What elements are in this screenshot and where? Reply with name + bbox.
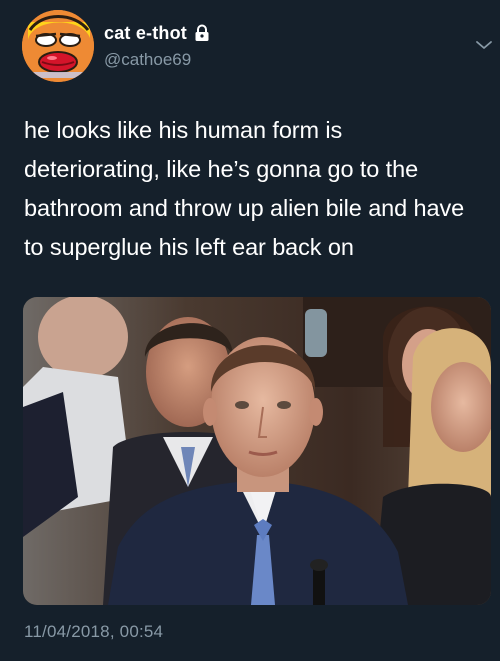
tweet-card: cat e-thot @cathoe69 he looks like his h… xyxy=(0,0,500,661)
photo-illustration xyxy=(23,297,491,605)
lock-icon xyxy=(194,24,210,42)
avatar-image xyxy=(22,10,94,82)
tweet-text: he looks like his human form is deterior… xyxy=(24,117,465,260)
user-names: cat e-thot @cathoe69 xyxy=(104,22,210,70)
chevron-down-icon[interactable] xyxy=(475,38,493,50)
display-name-row: cat e-thot xyxy=(104,22,210,44)
tweet-header: cat e-thot @cathoe69 xyxy=(22,10,492,84)
display-name[interactable]: cat e-thot xyxy=(104,23,187,44)
tweet-timestamp[interactable]: 11/04/2018, 00:54 xyxy=(24,622,163,642)
avatar[interactable] xyxy=(22,10,94,82)
user-handle[interactable]: @cathoe69 xyxy=(104,50,210,70)
tweet-media-photo[interactable] xyxy=(23,297,491,605)
